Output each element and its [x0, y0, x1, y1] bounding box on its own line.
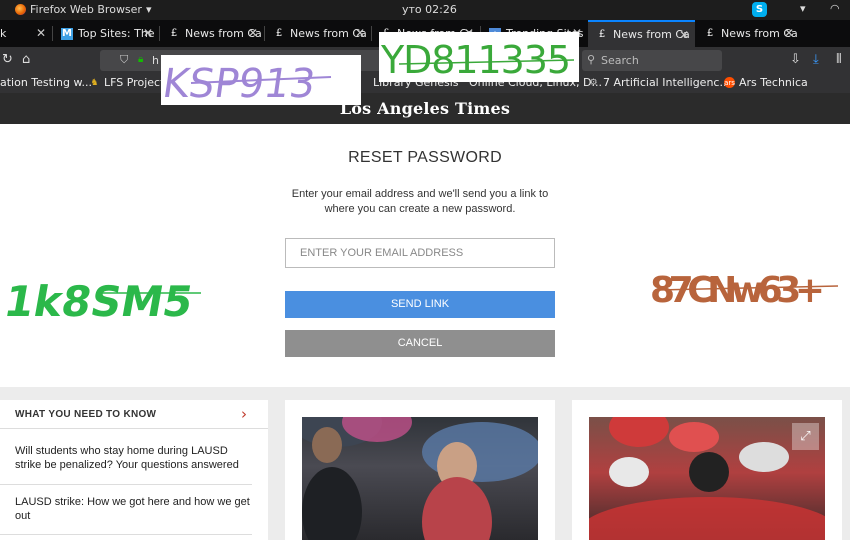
expand-icon[interactable]: ⤢ [792, 423, 819, 450]
lat-icon: £ [275, 28, 283, 39]
skype-icon[interactable]: S [752, 2, 767, 17]
tab-item[interactable]: £ News from Ca ✕ [696, 20, 800, 47]
lat-icon: £ [706, 28, 714, 39]
close-icon[interactable]: ✕ [143, 26, 153, 40]
reset-title: RESET PASSWORD [348, 149, 502, 166]
reload-icon[interactable]: ↻ [2, 52, 13, 67]
bookmark-item[interactable]: ars Ars Technica [724, 76, 808, 89]
section-title: WHAT YOU NEED TO KNOW [15, 409, 157, 420]
reset-password-panel: RESET PASSWORD Enter your email address … [0, 124, 850, 387]
app-name: Firefox Web Browser [30, 3, 142, 16]
bookmark-label: Ars Technica [739, 76, 808, 89]
lock-icon[interactable]: 🔒︎ [138, 54, 143, 65]
captcha-image: 87CNw63+ [648, 260, 850, 310]
send-link-button[interactable]: SEND LINK [285, 291, 555, 318]
cancel-button[interactable]: CANCEL [285, 330, 555, 357]
ai-icon: ⚙ [589, 77, 598, 88]
tab-item[interactable]: £ News from Ca ✕ [265, 20, 371, 47]
story-card[interactable]: ⤢ [572, 400, 842, 540]
library-icon[interactable]: ⦀ [836, 52, 842, 67]
shield-icon[interactable]: ⛉ [120, 53, 128, 67]
home-icon[interactable]: ⌂ [22, 52, 30, 67]
reset-description: Enter your email address and we'll send … [291, 188, 549, 215]
clock[interactable]: уто 02:26 [402, 3, 457, 16]
captcha-image: KSP913 [161, 55, 361, 105]
story-photo[interactable]: ⤢ [589, 417, 825, 540]
lat-icon: £ [170, 28, 178, 39]
page-lower-section: WHAT YOU NEED TO KNOW › Will students wh… [0, 387, 850, 540]
url-text: h [152, 54, 159, 67]
app-menu[interactable]: Firefox Web Browser ▾ [15, 3, 152, 16]
save-pocket-icon[interactable]: ⇩ [790, 52, 801, 67]
story-link[interactable]: LAUSD strike: How we got here and how we… [15, 496, 255, 523]
story-photo[interactable] [302, 417, 538, 540]
search-placeholder: Search [601, 54, 639, 67]
story-link[interactable]: Will students who stay home during LAUSD… [15, 445, 255, 472]
close-icon[interactable]: ✕ [248, 26, 258, 40]
bookmark-label: 7 Artificial Intelligenc... [603, 76, 730, 89]
captcha-graphic: 1k8SM5 [6, 277, 201, 322]
top-sites-icon: M [61, 27, 73, 40]
search-icon: ⚲ [587, 53, 596, 66]
wifi-icon[interactable]: ◠ [830, 2, 840, 15]
download-icon[interactable]: ⤓ [813, 52, 819, 67]
captcha-graphic: KSP913 [161, 61, 332, 105]
lat-icon: £ [598, 29, 606, 40]
tab-item[interactable]: k ✕ [0, 20, 52, 47]
bookmark-item[interactable]: ation Testing w... [0, 76, 92, 89]
tab-label: k [0, 27, 7, 40]
story-card[interactable] [285, 400, 555, 540]
ars-icon: ars [724, 77, 735, 88]
site-header: Los Angeles Times [0, 93, 850, 124]
lfs-icon: ♞ [90, 77, 99, 88]
captcha-image: YD811335 [379, 32, 579, 82]
close-icon[interactable]: ✕ [355, 26, 365, 40]
chevron-right-icon[interactable]: › [241, 405, 247, 423]
what-you-need-to-know: WHAT YOU NEED TO KNOW › Will students wh… [0, 400, 268, 540]
captcha-text: KSP913 [161, 61, 318, 105]
system-top-bar: Firefox Web Browser ▾ уто 02:26 S ▾ ◠ [0, 0, 850, 20]
close-icon[interactable]: ✕ [36, 26, 46, 40]
search-input[interactable]: ⚲ Search [582, 50, 722, 71]
bookmark-label: ation Testing w... [0, 76, 92, 89]
captcha-text: 1k8SM5 [6, 277, 197, 322]
tab-item[interactable]: M Top Sites: The ✕ [53, 20, 159, 47]
email-field[interactable] [285, 238, 555, 268]
captcha-graphic: 87CNw63+ [650, 270, 839, 310]
bookmark-item[interactable]: ⚙ 7 Artificial Intelligenc... [588, 76, 730, 89]
tab-item-active[interactable]: £ News from Ca ✕ [588, 20, 695, 47]
captcha-graphic: YD811335 [380, 38, 575, 82]
site-logo[interactable]: Los Angeles Times [0, 99, 850, 118]
close-icon[interactable]: ✕ [784, 26, 794, 40]
chevron-down-icon[interactable]: ▾ [800, 2, 806, 15]
close-icon[interactable]: ✕ [679, 28, 689, 42]
tab-item[interactable]: £ News from Ca ✕ [160, 20, 264, 47]
firefox-icon [15, 4, 26, 15]
captcha-image: 1k8SM5 [6, 272, 206, 322]
chevron-down-icon: ▾ [145, 3, 152, 16]
